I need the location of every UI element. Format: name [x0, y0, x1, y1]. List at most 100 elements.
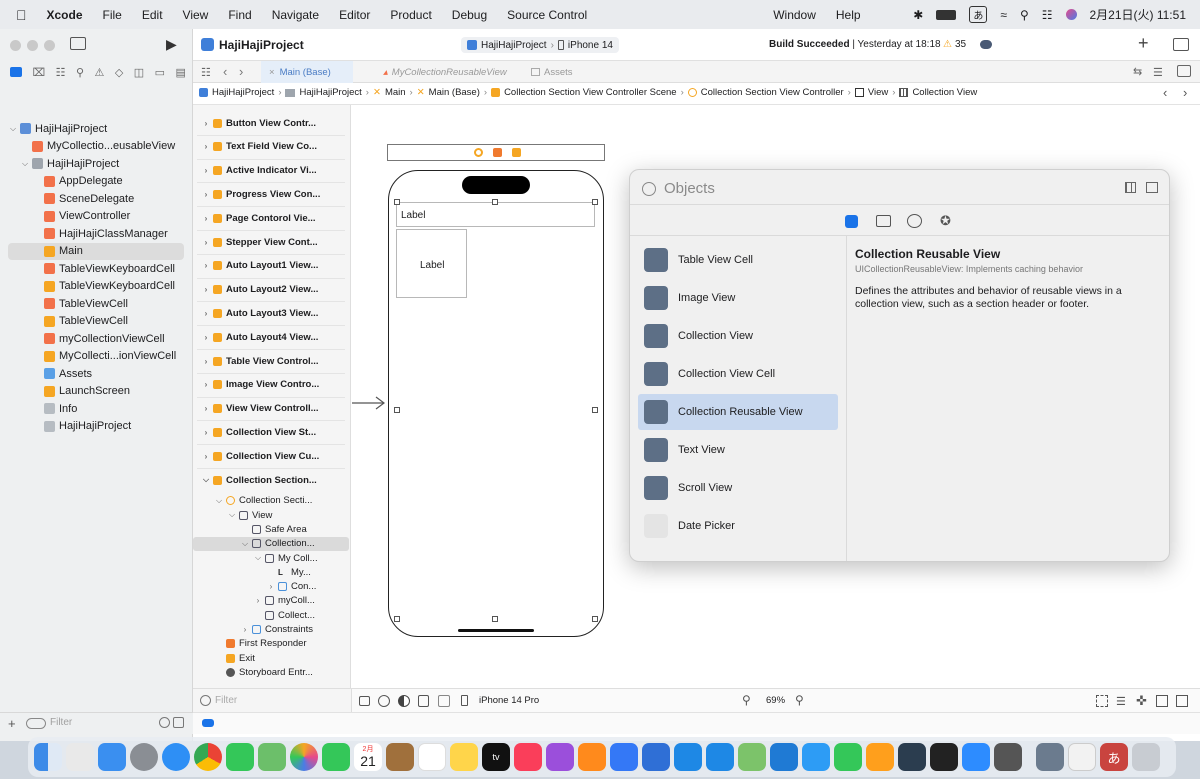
resize-handle[interactable] — [394, 407, 400, 413]
outline-item[interactable]: › View View Controll... — [193, 402, 349, 416]
filter-options-icon[interactable] — [26, 718, 46, 729]
outline-item[interactable]: Safe Area — [193, 522, 349, 536]
trash-icon[interactable] — [1132, 743, 1160, 771]
menu-app[interactable]: Xcode — [47, 8, 83, 22]
breakpoint-navigator-icon[interactable]: ▭ — [155, 66, 165, 79]
outline-item[interactable]: Exit — [193, 651, 349, 665]
orientation-icon[interactable] — [418, 695, 429, 707]
tab-main-base[interactable]: × Main (Base) — [261, 61, 353, 83]
filter-icon[interactable] — [200, 695, 211, 706]
terminal-icon[interactable] — [930, 743, 958, 771]
modified-files-icon[interactable] — [173, 717, 184, 728]
launchpad-icon[interactable] — [66, 743, 94, 771]
menu-view[interactable]: View — [183, 8, 209, 22]
menu-window[interactable]: Window — [773, 8, 816, 22]
resize-handle[interactable] — [394, 616, 400, 622]
outline-item[interactable]: › Con... — [193, 580, 349, 594]
zoom-out-icon[interactable]: ⚲ — [742, 693, 751, 707]
instruments-icon[interactable] — [674, 743, 702, 771]
outline-item[interactable]: › Auto Layout2 View... — [193, 283, 349, 297]
menu-debug[interactable]: Debug — [452, 8, 487, 22]
input-method-icon[interactable]: あ — [969, 6, 988, 23]
disclosure-chevron-icon[interactable]: ⌵ — [253, 553, 263, 563]
navigator-item[interactable]: LaunchScreen — [8, 383, 184, 400]
siri-icon[interactable] — [1065, 9, 1077, 20]
books-icon[interactable] — [578, 743, 606, 771]
apple-tv-icon[interactable]: tv — [482, 743, 510, 771]
inspector-toggle-icon[interactable] — [1173, 38, 1189, 51]
run-button[interactable]: ▶ — [166, 36, 177, 53]
outline-item[interactable]: › Active Indicator Vi... — [193, 164, 349, 178]
breadcrumb-main-base[interactable]: Main (Base) — [429, 87, 480, 98]
editor-options-icon[interactable]: ☰ — [1153, 66, 1163, 79]
disclosure-chevron-icon[interactable]: › — [201, 452, 211, 461]
notes-icon[interactable] — [450, 743, 478, 771]
menu-find[interactable]: Find — [228, 8, 251, 22]
calendar-icon[interactable]: 2月 21 — [354, 743, 382, 771]
control-center-icon[interactable]: ☷ — [1042, 8, 1053, 22]
resize-handle[interactable] — [592, 616, 598, 622]
cloud-icon[interactable] — [980, 40, 992, 49]
outline-item[interactable]: ⌵ Collection... — [193, 536, 349, 551]
navigator-item[interactable]: myCollectionViewCell — [8, 330, 184, 347]
messages-icon[interactable] — [226, 743, 254, 771]
next-issue-icon[interactable]: › — [1183, 85, 1187, 100]
related-items-icon[interactable]: ☷ — [201, 66, 211, 79]
contacts-icon[interactable] — [386, 743, 414, 771]
scene-dock[interactable] — [387, 144, 605, 161]
disclosure-chevron-icon[interactable]: › — [201, 166, 211, 175]
menu-source-control[interactable]: Source Control — [507, 8, 587, 22]
header-label[interactable]: Label — [401, 210, 425, 221]
breadcrumb-main[interactable]: Main — [385, 87, 406, 98]
zoom-window-button[interactable] — [44, 40, 55, 51]
disclosure-chevron-icon[interactable]: ⌵ — [227, 510, 237, 520]
breadcrumb-collection-view[interactable]: Collection View — [912, 87, 977, 98]
breadcrumb-view-controller[interactable]: Collection Section View Controller — [701, 87, 844, 98]
navigator-item[interactable]: MyCollecti...ionViewCell — [8, 348, 184, 365]
breadcrumb-view[interactable]: View — [868, 87, 888, 98]
embed-in-icon[interactable] — [1176, 695, 1188, 707]
menubar-clock[interactable]: 2月21日(火) 11:51 — [1090, 6, 1187, 23]
menu-file[interactable]: File — [103, 8, 122, 22]
outline-item[interactable]: ⌵ Collection Section... — [193, 473, 349, 487]
tab-assets[interactable]: Assets — [523, 61, 593, 83]
github-desktop-icon[interactable] — [898, 743, 926, 771]
library-object-item[interactable]: Date Picker — [638, 508, 838, 544]
navigator-item[interactable]: ⌵ HajiHajiProject — [8, 120, 184, 137]
outline-filter-input[interactable]: Filter — [215, 695, 237, 706]
outline-item[interactable]: › Table View Control... — [193, 354, 349, 368]
vscode-icon[interactable] — [770, 743, 798, 771]
disclosure-chevron-icon[interactable]: › — [201, 333, 211, 342]
apple-menu-icon[interactable]:  — [16, 7, 27, 23]
cell-label[interactable]: Label — [420, 260, 444, 271]
navigator-item[interactable]: ViewController — [8, 208, 184, 225]
minimize-window-button[interactable] — [27, 40, 38, 51]
outline-item[interactable]: › Collection View Cu... — [193, 449, 349, 463]
disclosure-chevron-icon[interactable]: ⌵ — [214, 496, 224, 506]
resize-handle[interactable] — [592, 199, 598, 205]
exit-icon[interactable] — [512, 148, 521, 157]
library-object-item[interactable]: Image View — [638, 280, 838, 316]
document-outline-toggle-icon[interactable] — [359, 696, 370, 706]
disclosure-chevron-icon[interactable]: › — [201, 404, 211, 413]
library-object-item[interactable]: Table View Cell — [638, 242, 838, 278]
navigator-item[interactable]: SceneDelegate — [8, 190, 184, 207]
outline-item[interactable]: ⌵ Collection Secti... — [193, 494, 349, 508]
media-tab-icon[interactable] — [876, 215, 891, 227]
outline-item[interactable]: › myColl... — [193, 594, 349, 608]
app-store-icon[interactable] — [706, 743, 734, 771]
disclosure-chevron-icon[interactable]: ⌵ — [8, 124, 18, 134]
safari-icon[interactable] — [162, 743, 190, 771]
outline-item[interactable]: › Button View Contr... — [193, 116, 349, 130]
simulator-icon[interactable] — [642, 743, 670, 771]
outline-item[interactable]: Collect... — [193, 608, 349, 622]
navigator-item[interactable]: Assets — [8, 365, 184, 382]
symbol-navigator-icon[interactable]: ☷ — [56, 66, 66, 79]
input-method-app-icon[interactable]: あ — [1100, 743, 1128, 771]
outline-item[interactable]: › Collection View St... — [193, 425, 349, 439]
outline-item[interactable]: › Auto Layout1 View... — [193, 259, 349, 273]
disclosure-chevron-icon[interactable]: › — [201, 214, 211, 223]
disclosure-chevron-icon[interactable]: › — [253, 596, 263, 605]
outline-item[interactable]: › Stepper View Cont... — [193, 235, 349, 249]
align-icon[interactable]: ☰ — [1116, 695, 1126, 708]
